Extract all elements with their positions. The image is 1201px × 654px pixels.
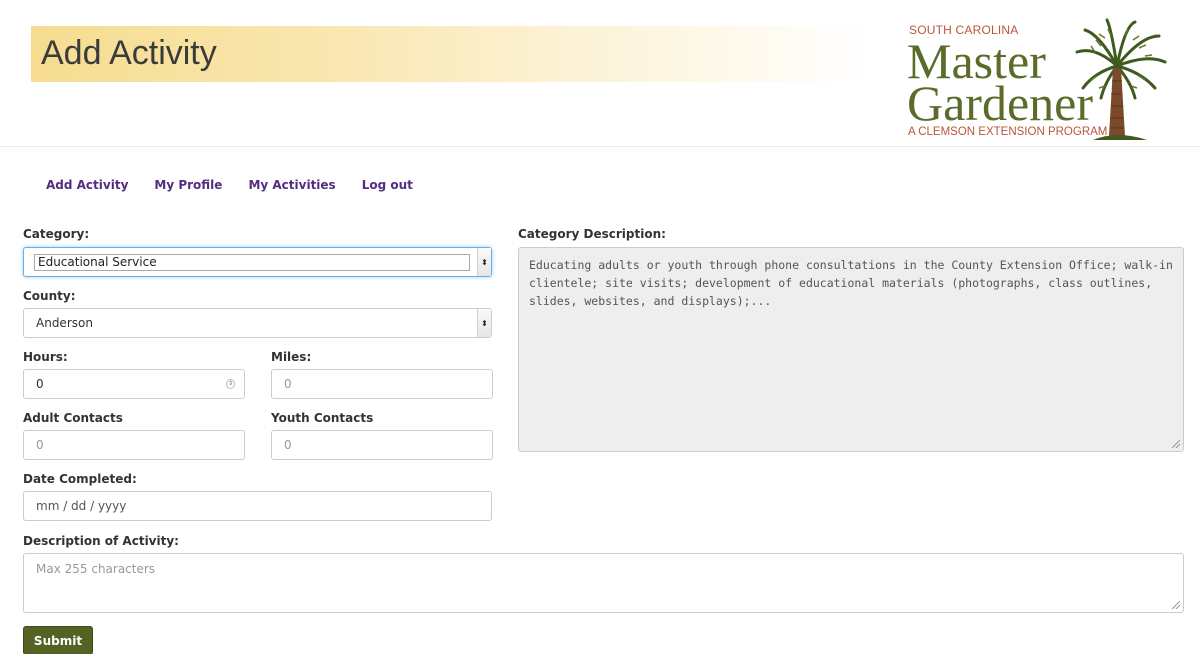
miles-placeholder: 0 [284,377,292,391]
nav-log-out[interactable]: Log out [362,178,413,192]
description-of-activity-placeholder: Max 255 characters [36,562,156,576]
select-arrow-icon: ⬍ [477,309,491,337]
county-select-value: Anderson [36,316,93,330]
category-label: Category: [23,227,90,241]
category-description-label: Category Description: [518,227,666,241]
category-select-value: Educational Service [34,254,470,271]
adult-contacts-input[interactable]: 0 [23,430,245,460]
spinner-icon[interactable]: ⇕ [226,379,235,389]
miles-input[interactable]: 0 [271,369,493,399]
youth-contacts-placeholder: 0 [284,438,292,452]
select-arrow-icon: ⬍ [477,248,491,276]
date-completed-placeholder: mm / dd / yyyy [36,499,127,513]
youth-contacts-label: Youth Contacts [271,411,374,425]
date-completed-label: Date Completed: [23,472,137,486]
adult-contacts-placeholder: 0 [36,438,44,452]
nav-my-activities[interactable]: My Activities [248,178,335,192]
description-of-activity-textarea[interactable]: Max 255 characters [23,553,1184,613]
nav-my-profile[interactable]: My Profile [154,178,222,192]
category-select[interactable]: Educational Service ⬍ [23,247,492,277]
county-label: County: [23,289,76,303]
county-select[interactable]: Anderson ⬍ [23,308,492,338]
submit-button[interactable]: Submit [23,626,93,654]
miles-label: Miles: [271,350,312,364]
adult-contacts-label: Adult Contacts [23,411,123,425]
hours-value: 0 [36,377,44,391]
resize-handle-icon[interactable] [1172,601,1180,609]
hours-input[interactable]: 0 ⇕ [23,369,245,399]
header-divider [0,146,1201,147]
page-title: Add Activity [41,34,217,72]
master-gardener-logo: SOUTH CAROLINA Master Gardener A CLEMSON… [905,6,1185,146]
palmetto-moon-icon [1071,12,1167,140]
nav-add-activity[interactable]: Add Activity [46,178,128,192]
date-completed-input[interactable]: mm / dd / yyyy [23,491,492,521]
category-description-textarea: Educating adults or youth through phone … [518,247,1184,452]
youth-contacts-input[interactable]: 0 [271,430,493,460]
hours-label: Hours: [23,350,68,364]
main-nav: Add Activity My Profile My Activities Lo… [46,178,439,192]
category-description-text: Educating adults or youth through phone … [529,258,1173,308]
resize-handle-icon[interactable] [1172,440,1180,448]
description-of-activity-label: Description of Activity: [23,534,179,548]
